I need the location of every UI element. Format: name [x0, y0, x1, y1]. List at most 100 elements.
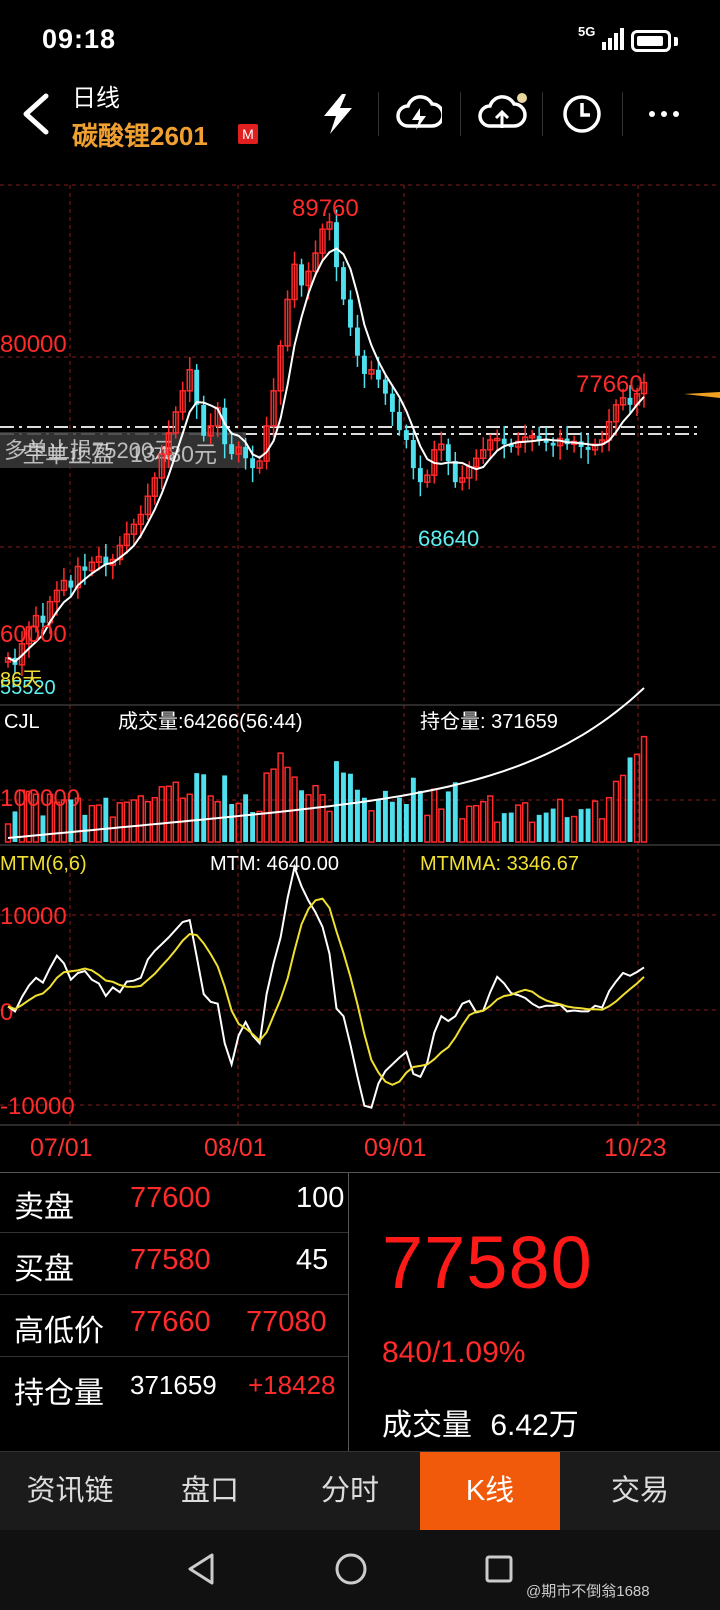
volume-bar: [194, 773, 200, 842]
contract-symbol[interactable]: 碳酸锂2601: [72, 116, 208, 153]
lightning-icon[interactable]: [318, 92, 358, 136]
volume-bar: [633, 753, 641, 843]
date-label-1023: 10/23: [604, 1134, 667, 1162]
volume-bar: [473, 804, 480, 843]
candle-body: [348, 299, 353, 328]
high-price: 77660: [130, 1306, 211, 1338]
volume-bar: [403, 804, 409, 842]
candle-body: [410, 440, 416, 469]
volume-bar: [640, 735, 648, 843]
volume-bar: [431, 788, 438, 843]
cloud-sync-icon[interactable]: [396, 92, 442, 136]
date-label-0901: 09/01: [364, 1134, 427, 1162]
volume-bar: [410, 777, 416, 842]
volume-bar: [598, 818, 606, 843]
cloud-upload-icon[interactable]: [478, 92, 528, 136]
ask-price: 77600: [130, 1182, 211, 1214]
high-price-label: 89760: [292, 195, 359, 222]
price-change: 840/1.09%: [382, 1336, 526, 1369]
volume-bar: [348, 773, 353, 842]
volume-bar: [452, 782, 458, 842]
volume-bar: [319, 794, 326, 843]
axis-80000-label: 80000: [0, 331, 67, 358]
volume-bar: [326, 810, 333, 843]
volume-bar: [214, 800, 221, 843]
open-interest-text: 持仓量: 371659: [420, 710, 558, 733]
volume-bar: [501, 813, 507, 842]
volume-bar: [158, 786, 165, 843]
tab-intraday[interactable]: 分时: [280, 1452, 420, 1530]
watermark: @期市不倒翁1688: [526, 1583, 650, 1600]
mtm-level-0: 0: [0, 999, 13, 1026]
volume-bar: [619, 774, 627, 843]
tab-order-book[interactable]: 盘口: [140, 1452, 280, 1530]
volume-bar: [256, 810, 263, 843]
volume-bar: [368, 810, 375, 843]
volume-bar: [284, 766, 291, 843]
volume-bar: [550, 808, 556, 842]
volume-bar: [40, 815, 46, 842]
candle-body: [334, 222, 339, 268]
volume-bar: [417, 790, 423, 842]
volume-bar: [605, 796, 613, 843]
candle-body: [243, 447, 249, 459]
volume-bar: [130, 799, 137, 843]
volume-bar: [165, 785, 172, 843]
nav-back-icon[interactable]: [186, 1552, 216, 1586]
volume-bar: [334, 761, 339, 842]
volume-bar: [438, 808, 445, 843]
volume-bar: [389, 801, 395, 842]
volume-label: 成交量: [382, 1409, 472, 1442]
tab-news-chain[interactable]: 资讯链: [0, 1452, 140, 1530]
volume-bar: [515, 804, 522, 843]
volume-bar: [543, 812, 549, 842]
date-label-0801: 08/01: [204, 1134, 267, 1162]
candle-body: [299, 264, 304, 286]
candle-body: [361, 355, 367, 374]
oi-change: +18428: [248, 1370, 336, 1400]
volume-bar: [424, 814, 431, 843]
candle-body: [417, 468, 423, 483]
volume-bar: [591, 800, 599, 843]
volume-bar: [612, 780, 620, 843]
volume-bar: [508, 812, 514, 842]
back-arrow-icon[interactable]: [18, 92, 52, 136]
volume-bar: [4, 823, 12, 843]
volume-bar: [277, 752, 284, 843]
candle-body: [250, 458, 256, 469]
tab-kline[interactable]: K线: [420, 1452, 560, 1530]
candle-body: [355, 327, 360, 356]
more-icon[interactable]: [644, 92, 684, 136]
volume-bar: [186, 793, 193, 843]
ask-label: 卖盘: [14, 1191, 74, 1224]
volume-bar: [305, 794, 312, 843]
volume-bar: [229, 804, 235, 842]
order-overlay-text-2: 空单止盈: [22, 441, 114, 467]
volume-bar: [299, 790, 304, 842]
tab-trade[interactable]: 交易: [560, 1452, 720, 1530]
candle-body: [82, 566, 88, 571]
volume-bar: [487, 795, 494, 843]
nav-home-icon[interactable]: [334, 1552, 368, 1586]
oi-value: 371659: [130, 1370, 217, 1400]
volume-bar: [528, 821, 536, 843]
kline-chart[interactable]: 多单止损75200元 空单止盈 13480元 89760 68640 77660…: [0, 160, 720, 1170]
candle-body: [201, 404, 207, 436]
volume-bar: [116, 802, 124, 843]
network-indicator: 5G: [578, 24, 596, 39]
date-label-0701: 07/01: [30, 1134, 93, 1162]
candle-body: [194, 369, 200, 405]
volume-indicator-label: CJL: [4, 711, 40, 733]
nav-recents-icon[interactable]: [484, 1554, 514, 1584]
low-price: 77080: [246, 1306, 327, 1338]
candle-body: [375, 369, 381, 380]
mtm-level-10000: 10000: [0, 903, 67, 930]
volume-bar: [68, 799, 74, 842]
clock-icon[interactable]: [560, 92, 604, 136]
candle-body: [501, 438, 507, 445]
candle-body: [627, 397, 633, 405]
volume-value: 6.42万: [490, 1409, 579, 1442]
candle-body: [229, 444, 235, 455]
volume-bar: [137, 795, 144, 843]
ask-qty: 100: [296, 1182, 345, 1214]
